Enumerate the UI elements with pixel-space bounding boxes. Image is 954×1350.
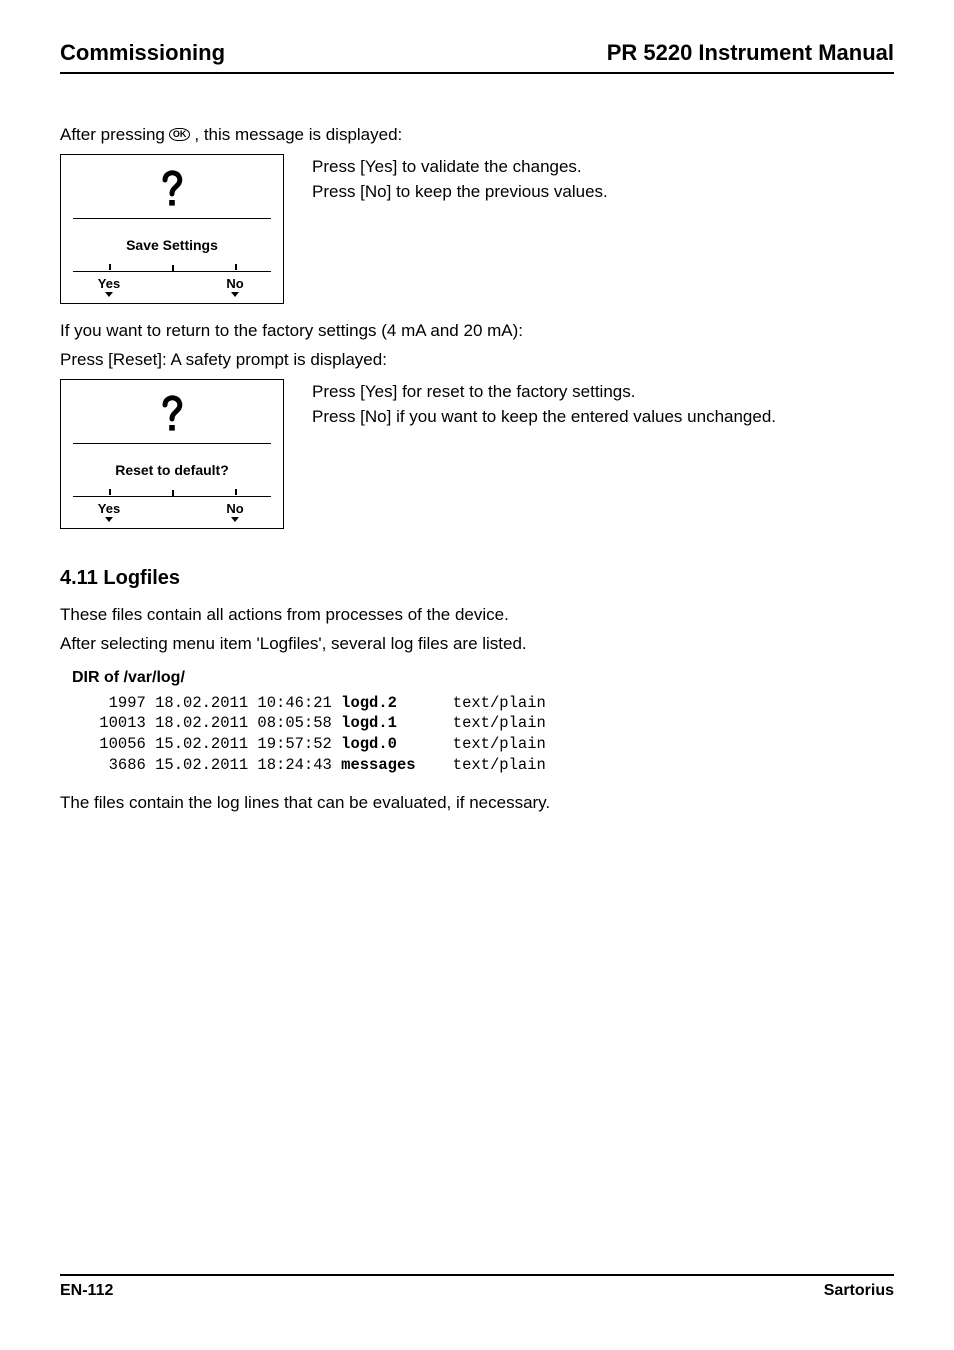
- desc-line: Press [No] if you want to keep the enter…: [312, 404, 776, 430]
- logfiles-p2: After selecting menu item 'Logfiles', se…: [60, 631, 894, 657]
- factory-reset-text-2: Press [Reset]: A safety prompt is displa…: [60, 347, 894, 373]
- chevron-down-icon: [105, 517, 113, 522]
- header-section-title: Commissioning: [60, 40, 225, 66]
- lcd-softkeys: Yes No: [61, 496, 283, 528]
- lcd-title: Save Settings: [61, 219, 283, 271]
- intro-text: After pressing OK , this message is disp…: [60, 122, 894, 148]
- lcd-divider: [172, 490, 174, 496]
- softkey-yes[interactable]: Yes: [79, 270, 139, 297]
- page-footer: EN-112 Sartorius: [60, 1274, 894, 1300]
- chevron-down-icon: [231, 292, 239, 297]
- footer-page-number: EN-112: [60, 1282, 113, 1300]
- lcd-title: Reset to default?: [61, 444, 283, 496]
- softkey-no[interactable]: No: [205, 495, 265, 522]
- softkey-yes-label: Yes: [98, 276, 120, 291]
- ok-icon: OK: [169, 128, 191, 141]
- intro-after: , this message is displayed:: [194, 122, 402, 148]
- lcd-divider: [172, 265, 174, 271]
- desc-line: Press [Yes] for reset to the factory set…: [312, 379, 776, 405]
- softkey-yes[interactable]: Yes: [79, 495, 139, 522]
- factory-reset-text-1: If you want to return to the factory set…: [60, 318, 894, 344]
- logfiles-p3: The files contain the log lines that can…: [60, 790, 894, 816]
- page-header: Commissioning PR 5220 Instrument Manual: [60, 40, 894, 74]
- desc-line: Press [No] to keep the previous values.: [312, 179, 608, 205]
- lcd-icon-area: [73, 163, 271, 219]
- header-manual-title: PR 5220 Instrument Manual: [607, 40, 894, 66]
- lcd-save-settings: Save Settings Yes No: [60, 154, 284, 304]
- softkey-no-label: No: [226, 276, 243, 291]
- dir-heading: DIR of /var/log/: [72, 669, 894, 687]
- logfiles-p1: These files contain all actions from pro…: [60, 602, 894, 628]
- desc-line: Press [Yes] to validate the changes.: [312, 154, 608, 180]
- logfile-listing: 1997 18.02.2011 10:46:21 logd.2 text/pla…: [90, 693, 894, 777]
- section-heading-logfiles: 4.11 Logfiles: [60, 567, 894, 590]
- lcd-icon-area: [73, 388, 271, 444]
- question-mark-icon: [158, 168, 186, 212]
- softkey-yes-label: Yes: [98, 501, 120, 516]
- softkey-no[interactable]: No: [205, 270, 265, 297]
- question-mark-icon: [158, 393, 186, 437]
- chevron-down-icon: [105, 292, 113, 297]
- reset-default-block: Reset to default? Yes No Press [Yes] for…: [60, 379, 894, 529]
- lcd-softkeys: Yes No: [61, 271, 283, 303]
- reset-default-description: Press [Yes] for reset to the factory set…: [312, 379, 776, 430]
- chevron-down-icon: [231, 517, 239, 522]
- footer-brand: Sartorius: [824, 1282, 894, 1300]
- save-settings-block: Save Settings Yes No Press [Yes] to vali…: [60, 154, 894, 304]
- save-settings-description: Press [Yes] to validate the changes. Pre…: [312, 154, 608, 205]
- lcd-reset-default: Reset to default? Yes No: [60, 379, 284, 529]
- intro-before: After pressing: [60, 122, 165, 148]
- softkey-no-label: No: [226, 501, 243, 516]
